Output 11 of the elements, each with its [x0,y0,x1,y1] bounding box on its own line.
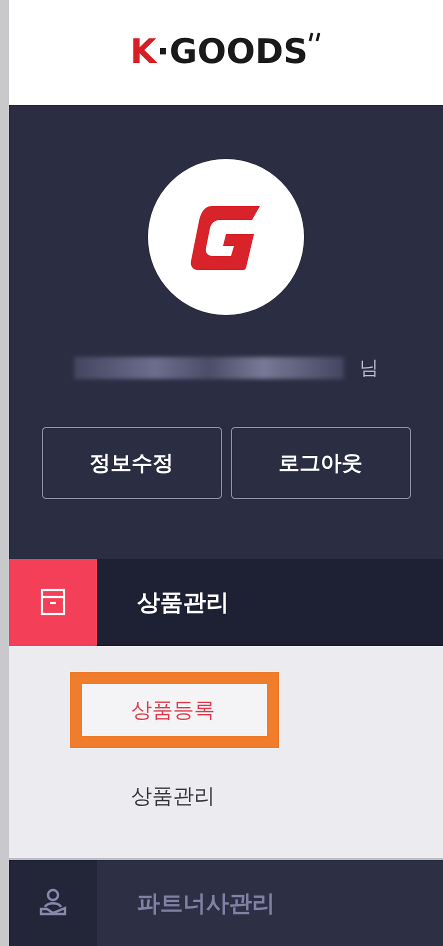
box-icon [40,588,66,616]
logout-button[interactable]: 로그아웃 [230,426,410,499]
logo[interactable]: K·GOODS [130,32,322,72]
menu-group-label: 상품관리 [137,588,229,618]
submenu-item[interactable]: 상품등록 [70,672,279,748]
menu-group[interactable]: 상품관리 [9,558,443,646]
brand-mark-icon [190,204,262,270]
edit-info-button[interactable]: 정보수정 [42,426,222,499]
name-suffix: 님 [360,356,378,381]
submenu-item[interactable]: 상품관리 [131,758,215,834]
menu-group-label: 파트너사관리 [137,890,275,919]
